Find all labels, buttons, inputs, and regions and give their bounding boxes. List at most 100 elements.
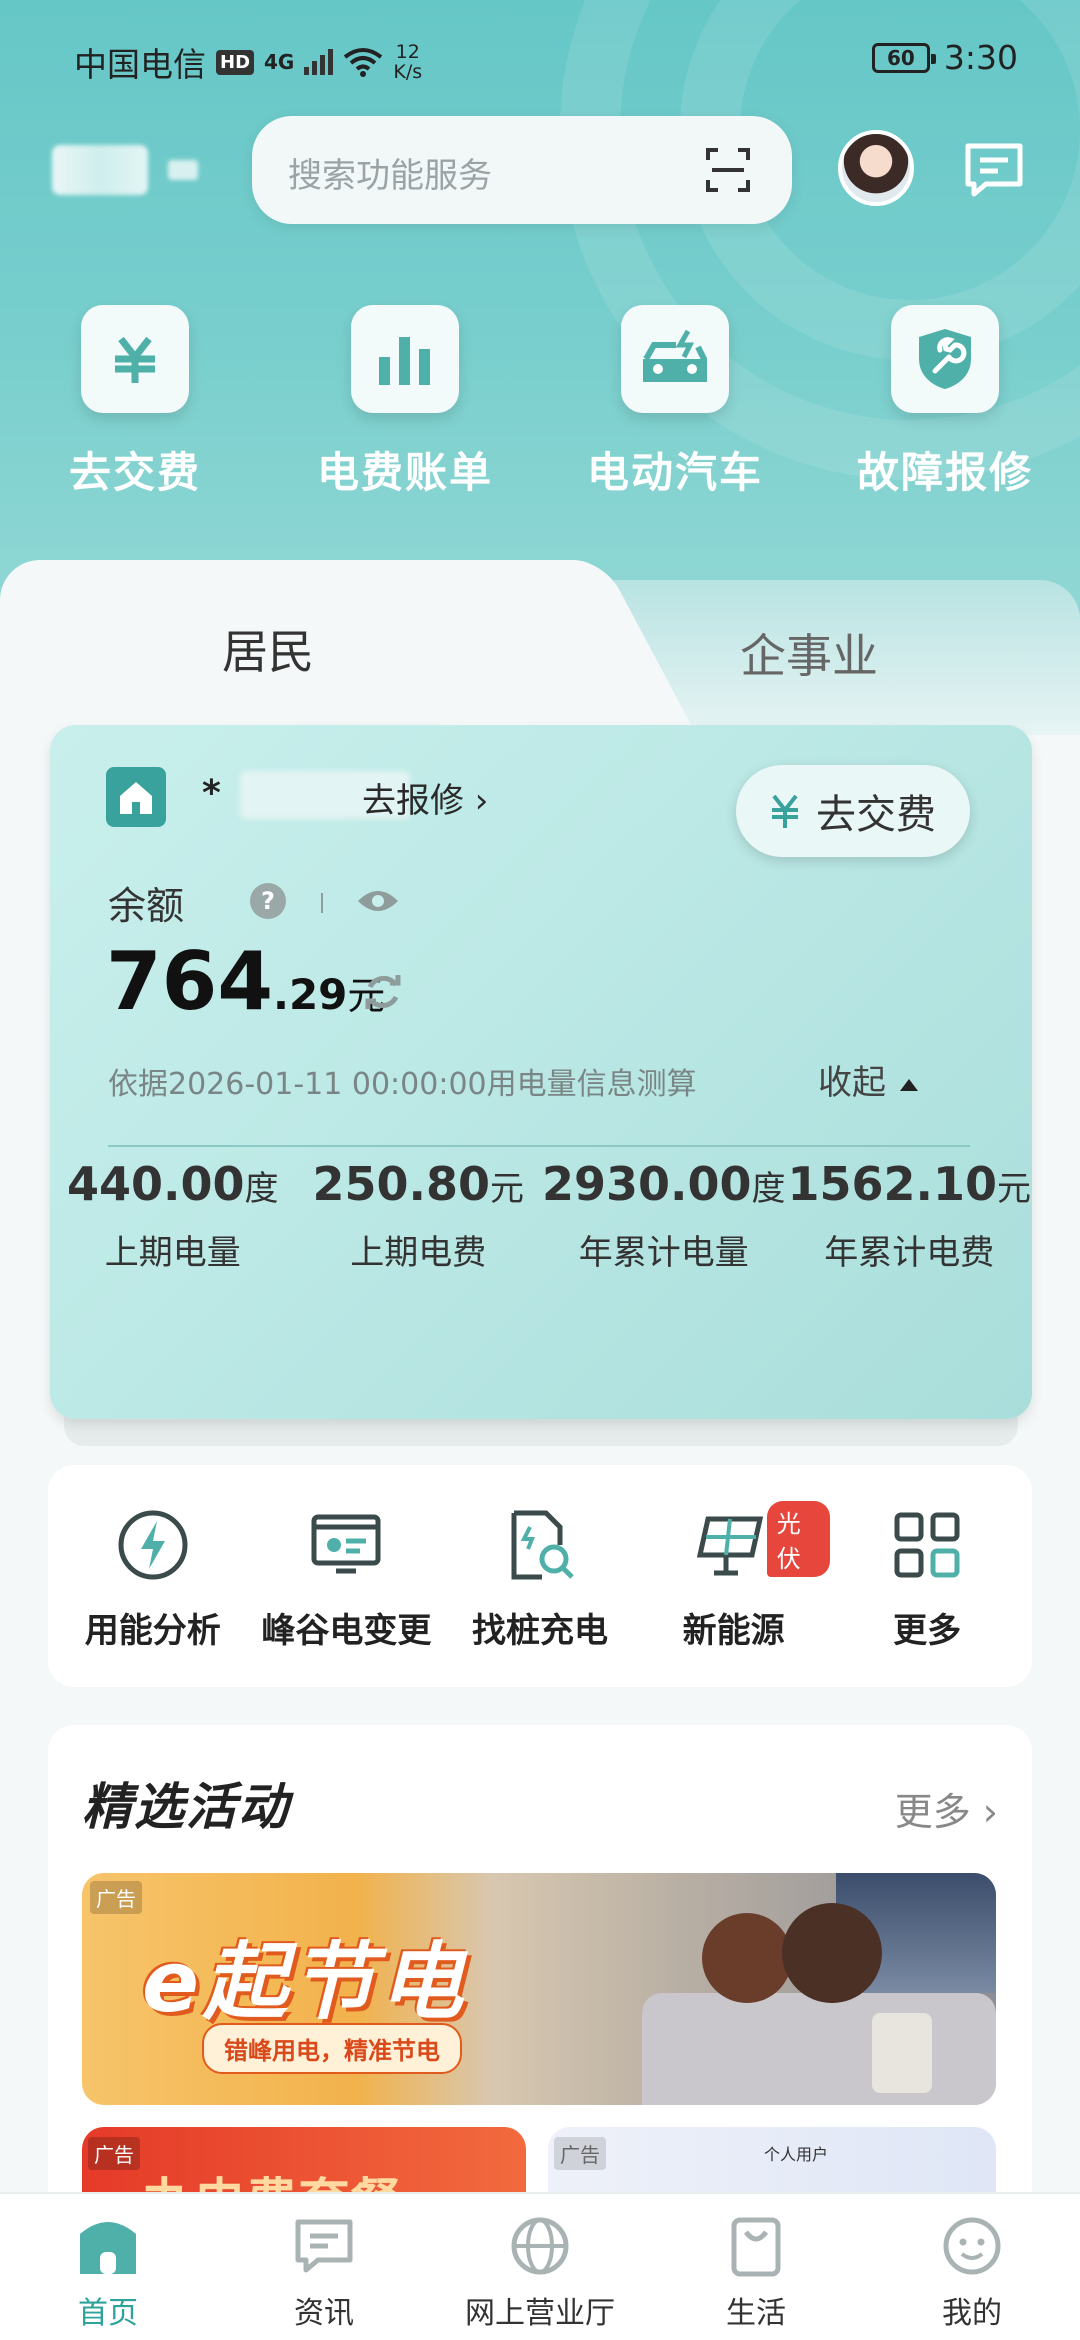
top-func-ev[interactable]: 电动汽车 xyxy=(540,305,810,500)
more-label: 更多 xyxy=(894,1790,971,1834)
service-peak-valley[interactable]: 峰谷电变更 xyxy=(250,1465,444,1687)
top-func-bill[interactable]: 电费账单 xyxy=(270,305,540,500)
service-new-energy[interactable]: 光伏 新能源 xyxy=(637,1465,831,1687)
service-more[interactable]: 更多 xyxy=(830,1465,1024,1687)
search-input[interactable]: 搜索功能服务 xyxy=(252,116,792,224)
ad-tag: 广告 xyxy=(554,2137,606,2170)
yuan-icon xyxy=(772,794,798,828)
network-speed: 12 K/s xyxy=(393,42,422,82)
status-bar: 中国电信 HD 4G 12 K/s 60 3:30 xyxy=(0,28,1080,88)
search-placeholder: 搜索功能服务 xyxy=(288,156,492,196)
tab-resident[interactable]: 居民 xyxy=(222,616,314,682)
message-icon[interactable] xyxy=(962,140,1026,200)
card-title: 个人用户 xyxy=(764,2145,829,2164)
bottom-nav: 首页 资讯 网上营业厅 生活 我的 xyxy=(0,2192,1080,2340)
ad-tag: 广告 xyxy=(88,2137,140,2170)
stat-item[interactable]: 1562.10元 年累计电费 xyxy=(787,1157,1033,1274)
pay-button[interactable]: 去交费 xyxy=(736,765,970,857)
stat-value: 2930.00 xyxy=(541,1157,752,1211)
triangle-up-icon xyxy=(900,1078,918,1091)
help-icon[interactable]: ? xyxy=(250,883,286,919)
nav-online-hall[interactable]: 网上营业厅 xyxy=(432,2194,648,2340)
nav-mine[interactable]: 我的 xyxy=(864,2194,1080,2340)
wrench-shield-icon xyxy=(891,305,999,413)
document-search-icon xyxy=(511,1510,574,1580)
top-func-pay[interactable]: 去交费 xyxy=(0,305,270,500)
banner-heater-art xyxy=(872,2013,932,2093)
top-func-label: 去交费 xyxy=(68,448,201,497)
service-label: 更多 xyxy=(893,1611,962,1651)
chevron-down-icon[interactable] xyxy=(168,160,198,180)
nav-label: 首页 xyxy=(78,2296,138,2331)
scan-icon[interactable] xyxy=(704,146,752,194)
stat-unit: 度 xyxy=(244,1169,279,1209)
customer-type-tabs: 居民 企事业 xyxy=(0,560,1080,735)
nav-home[interactable]: 首页 xyxy=(0,2194,216,2340)
chevron-right-icon: › xyxy=(982,1790,998,1834)
monitor-card-icon xyxy=(311,1514,381,1574)
service-label: 峰谷电变更 xyxy=(261,1611,432,1651)
ad-tag: 广告 xyxy=(90,1881,142,1914)
account-switcher[interactable] xyxy=(52,145,148,195)
service-find-charger[interactable]: 找桩充电 xyxy=(443,1465,637,1687)
tab-enterprise[interactable]: 企事业 xyxy=(740,620,878,686)
usage-stats: 440.00度 上期电量 250.80元 上期电费 2930.00度 年累计电量… xyxy=(50,1157,1032,1274)
pay-button-label: 去交费 xyxy=(816,792,936,838)
activity-banner[interactable]: 广告 e起节电 错峰用电，精准节电 xyxy=(82,1873,996,2105)
yuan-icon xyxy=(81,305,189,413)
stat-unit: 元 xyxy=(490,1169,524,1209)
account-number: * xyxy=(202,773,221,814)
nav-news[interactable]: 资讯 xyxy=(216,2194,432,2340)
shopping-bag-icon xyxy=(731,2217,781,2277)
ev-charging-icon xyxy=(621,305,729,413)
service-label: 用能分析 xyxy=(84,1611,221,1651)
solar-panel-icon xyxy=(696,1516,763,1576)
section-title: 精选活动 xyxy=(82,1778,290,1836)
stat-value: 250.80 xyxy=(312,1157,490,1211)
banner-subtitle: 错峰用电，精准节电 xyxy=(202,2023,462,2074)
stat-item[interactable]: 440.00度 上期电量 xyxy=(50,1157,296,1274)
grid-icon xyxy=(894,1512,960,1578)
carrier-name: 中国电信 xyxy=(74,45,206,84)
top-func-repair[interactable]: 故障报修 xyxy=(810,305,1080,500)
calc-note: 依据2026-01-11 00:00:00用电量信息测算 xyxy=(108,1067,697,1102)
avatar[interactable] xyxy=(838,130,914,206)
nav-label: 生活 xyxy=(726,2296,786,2331)
top-func-label: 故障报修 xyxy=(856,448,1033,497)
home-icon xyxy=(80,2222,136,2274)
profile-face-icon xyxy=(943,2217,1001,2275)
service-label: 新能源 xyxy=(682,1611,785,1651)
collapse-toggle[interactable]: 收起 xyxy=(818,1055,918,1104)
stat-unit: 度 xyxy=(751,1169,786,1209)
repair-link[interactable]: 去报修 › xyxy=(362,773,488,822)
globe-icon xyxy=(511,2217,569,2275)
stat-unit: 元 xyxy=(997,1169,1031,1209)
service-row: 用能分析 峰谷电变更 找桩充电 光伏 新能源 更多 xyxy=(48,1465,1032,1687)
wifi-icon xyxy=(344,48,383,77)
more-link[interactable]: 更多 › xyxy=(895,1781,998,1836)
status-left: 中国电信 HD 4G 12 K/s xyxy=(74,38,422,86)
stat-item[interactable]: 2930.00度 年累计电量 xyxy=(541,1157,787,1274)
battery-level: 60 xyxy=(886,45,915,70)
eye-icon[interactable] xyxy=(356,887,400,915)
photovoltaic-badge: 光伏 xyxy=(766,1501,831,1577)
service-energy-analysis[interactable]: 用能分析 xyxy=(56,1465,250,1687)
banner-title: e起节电 xyxy=(142,1933,467,2031)
stat-label: 上期电量 xyxy=(104,1233,241,1273)
nav-label: 我的 xyxy=(942,2296,1002,2331)
nav-life[interactable]: 生活 xyxy=(648,2194,864,2340)
signal-icon xyxy=(304,49,334,75)
refresh-icon[interactable] xyxy=(362,971,404,1013)
chat-bubble-icon xyxy=(295,2219,353,2273)
stat-item[interactable]: 250.80元 上期电费 xyxy=(296,1157,542,1274)
banner-sofa-art xyxy=(642,1993,996,2105)
battery-icon: 60 xyxy=(871,42,936,73)
speed-value: 12 xyxy=(395,41,420,63)
divider xyxy=(108,1145,970,1147)
divider xyxy=(321,893,323,913)
balance-card: * 去报修 › 去交费 余额 ? 764.29元 依据2026-01-11 00… xyxy=(50,725,1032,1419)
status-right: 60 3:30 xyxy=(871,38,1018,77)
hd-badge: HD xyxy=(216,49,255,75)
stat-value: 440.00 xyxy=(66,1157,245,1211)
stat-label: 年累计电费 xyxy=(824,1233,995,1273)
